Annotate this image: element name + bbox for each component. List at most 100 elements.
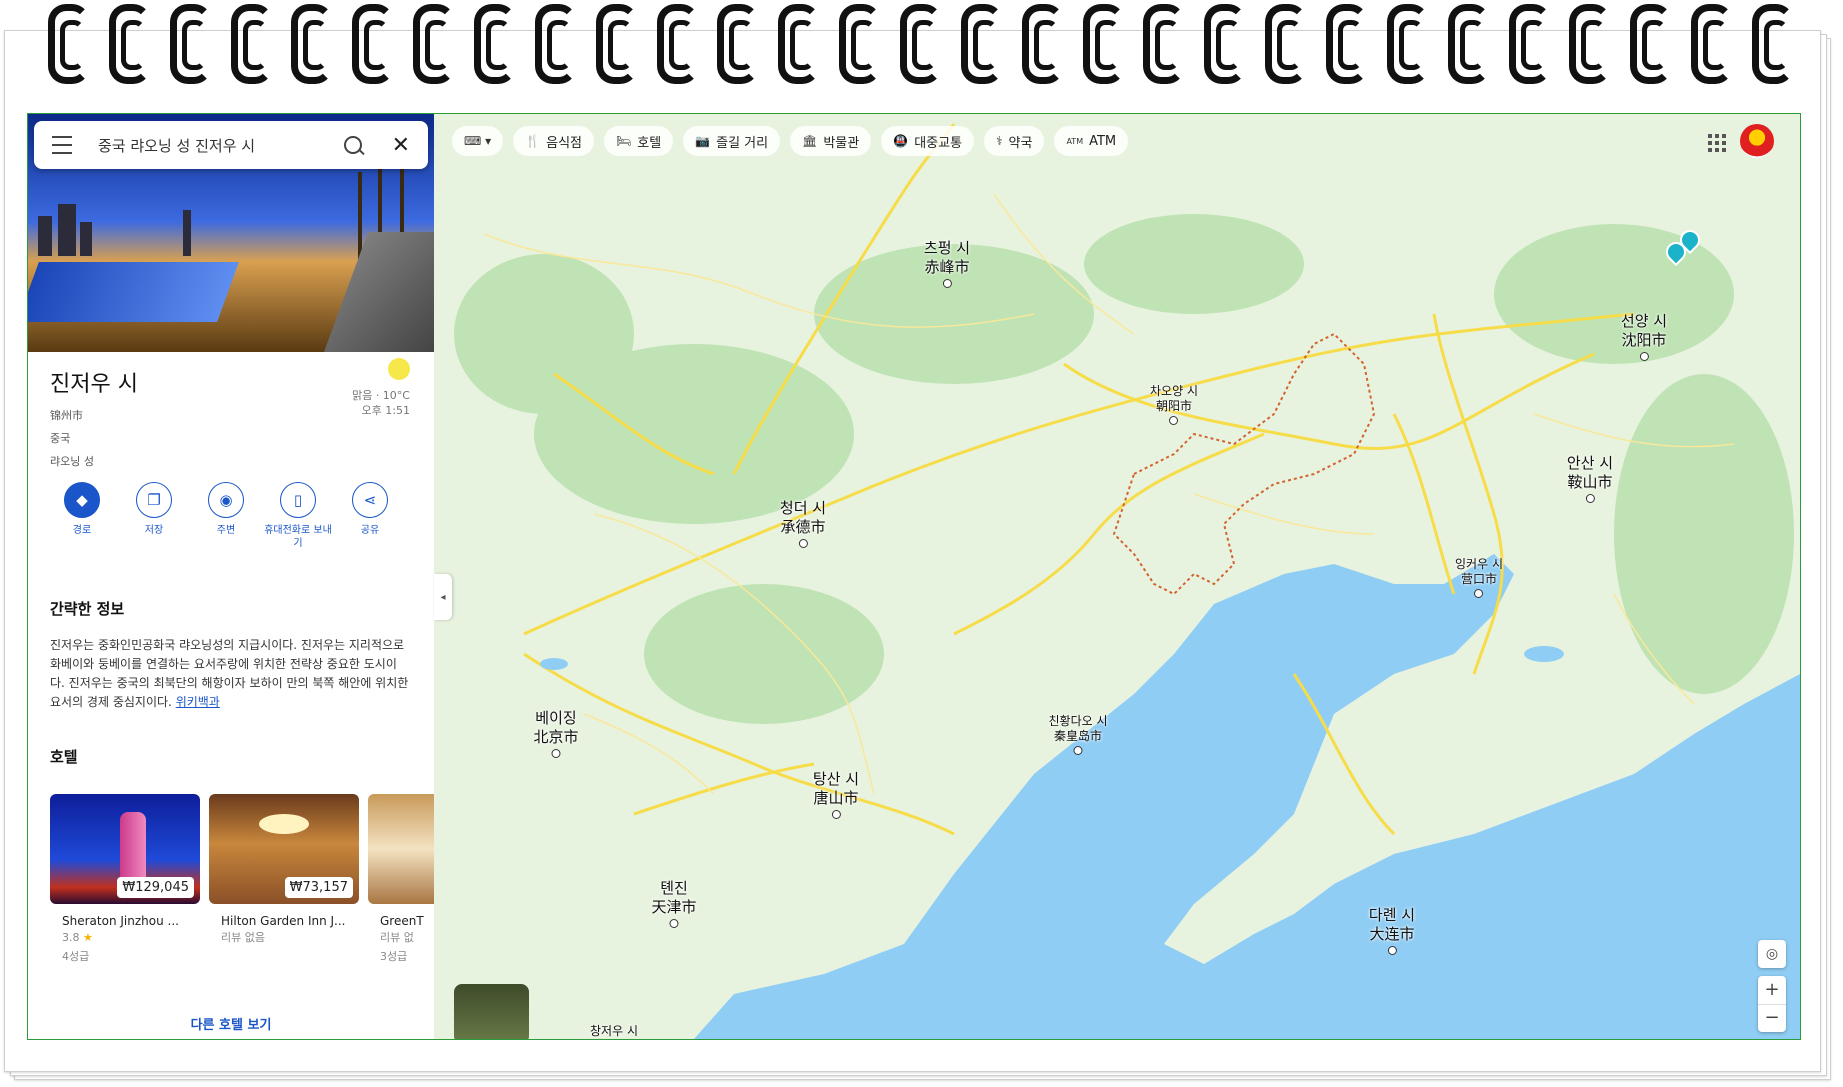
chip-keyboard[interactable]: ⌨ ▾: [452, 126, 504, 156]
ring-icon: [472, 0, 516, 84]
ring-icon: [107, 0, 151, 84]
apps-grid-icon[interactable]: [1708, 134, 1726, 152]
chip-things-to-do[interactable]: 📷 즐길 거리: [683, 126, 781, 156]
chip-label: 약국: [1008, 135, 1033, 151]
about-text: 진저우는 중화인민공화국 랴오닝성의 지급시이다. 진저우는 지리적으로 화베이…: [50, 638, 409, 709]
chip-label: 음식점: [546, 135, 583, 151]
search-input[interactable]: 중국 랴오닝 성 진저우 시: [98, 135, 344, 156]
chip-atm[interactable]: ATM ATM: [1054, 126, 1129, 156]
ring-icon: [1141, 0, 1186, 84]
chip-hotels[interactable]: 🛏 호텔: [604, 126, 674, 156]
city-label-chaoyang[interactable]: 차오양 시 朝阳市: [1150, 384, 1198, 425]
chip-transit[interactable]: 🚇 대중교통: [881, 126, 975, 156]
city-label-beijing[interactable]: 베이징 北京市: [533, 709, 579, 758]
zoom-in-button[interactable]: +: [1758, 976, 1786, 1004]
share-icon: ⋖: [352, 482, 388, 518]
map-canvas[interactable]: ⌨ ▾ 🍴 음식점 🛏 호텔 📷 즐길 거리 🏛 박물관 🚇 대중교통 ⚕ 약국 ATM AT…: [434, 114, 1800, 1039]
transit-icon: 🚇: [893, 134, 909, 148]
ring-icon: [898, 0, 942, 84]
hotel-photo: [368, 794, 434, 904]
more-hotels-link[interactable]: 다른 호텔 보기: [28, 1014, 434, 1033]
chip-label: ATM: [1089, 133, 1117, 149]
nearby-icon: ◉: [208, 482, 244, 518]
menu-icon[interactable]: [52, 136, 72, 154]
ring-icon: [959, 0, 1003, 84]
star-icon: ★: [83, 931, 93, 944]
action-label: 휴대전화로 보내기: [264, 525, 332, 549]
ring-icon: [1567, 0, 1612, 84]
action-label: 경로: [72, 525, 92, 536]
atm-icon: ATM: [1066, 136, 1084, 146]
wikipedia-link[interactable]: 위키백과: [176, 695, 220, 709]
city-label-qinhuangdao[interactable]: 친황다오 시 秦皇岛市: [1048, 714, 1108, 755]
ring-icon: [1689, 0, 1734, 84]
chip-museums[interactable]: 🏛 박물관: [790, 126, 872, 156]
city-label-tangshan[interactable]: 탕산 시 唐山市: [813, 770, 859, 819]
city-label-tianjin[interactable]: 톈진 天津市: [651, 879, 697, 928]
hotels-heading: 호텔: [50, 748, 78, 766]
about-text-block: 진저우는 중화인민공화국 랴오닝성의 지급시이다. 진저우는 지리적으로 화베이…: [50, 636, 410, 712]
layers-thumbnail[interactable]: [454, 984, 529, 1039]
ring-icon: [1507, 0, 1551, 84]
museum-icon: 🏛: [802, 134, 818, 148]
ring-icon: [655, 0, 699, 84]
chip-pharmacy[interactable]: ⚕ 약국: [984, 126, 1045, 156]
ring-icon: [1263, 0, 1308, 84]
ring-icon: [1750, 0, 1794, 84]
city-label-dalian[interactable]: 다롄 시 大连市: [1369, 906, 1415, 955]
keyboard-icon: ⌨ ▾: [464, 134, 492, 148]
ring-icon: [776, 0, 821, 84]
ring-icon: [1202, 0, 1247, 84]
action-label: 주변: [216, 525, 236, 536]
nearby-button[interactable]: ◉ 주변: [190, 482, 262, 550]
zoom-controls: + −: [1758, 976, 1786, 1032]
weather-label: 맑음 · 10°C: [352, 389, 410, 402]
hotel-card[interactable]: ₩129,045 Sheraton Jinzhou ... 3.8 ★ 4성급: [50, 794, 200, 966]
my-location-button[interactable]: ◎: [1758, 940, 1786, 968]
send-to-phone-button[interactable]: ▯ 휴대전화로 보내기: [262, 482, 334, 550]
place-title: 진저우 시: [50, 372, 138, 397]
ring-icon: [229, 0, 273, 84]
hotel-card[interactable]: ₩73,157 Hilton Garden Inn J... 리뷰 없음: [209, 794, 359, 966]
chip-restaurants[interactable]: 🍴 음식점: [513, 126, 595, 156]
city-label-yingkou[interactable]: 잉커우 시 营口市: [1455, 557, 1503, 598]
city-label-anshan[interactable]: 안산 시 鞍山市: [1567, 454, 1613, 503]
zoom-out-button[interactable]: −: [1758, 1004, 1786, 1033]
hotel-class: 3성급: [380, 950, 408, 963]
city-label-chifeng[interactable]: 츠펑 시 赤峰市: [924, 239, 970, 288]
ring-icon: [289, 0, 334, 84]
share-button[interactable]: ⋖ 공유: [334, 482, 406, 550]
hotel-chandelier: [259, 814, 309, 834]
ring-icon: [1020, 0, 1064, 84]
about-heading: 간략한 정보: [50, 600, 125, 618]
category-chips: ⌨ ▾ 🍴 음식점 🛏 호텔 📷 즐길 거리 🏛 박물관 🚇 대중교통 ⚕ 약국 ATM AT…: [452, 126, 1129, 156]
hotel-class: 4성급: [62, 950, 90, 963]
local-time: 오후 1:51: [361, 404, 410, 417]
city-label-chengde[interactable]: 청더 시 承德市: [780, 499, 826, 548]
hotel-price: ₩129,045: [117, 877, 194, 898]
photo-river: [28, 262, 239, 322]
hotel-price: ₩73,157: [284, 877, 353, 898]
hotel-card[interactable]: GreenT 리뷰 없 3성급: [368, 794, 434, 966]
map-graphic[interactable]: [434, 114, 1800, 1039]
hotel-name: Sheraton Jinzhou ...: [62, 914, 179, 928]
hotel-photo: ₩73,157: [209, 794, 359, 904]
city-label-shenyang[interactable]: 선양 시 沈阳市: [1621, 312, 1667, 361]
directions-button[interactable]: ◆ 경로: [46, 482, 118, 550]
action-label: 공유: [360, 525, 380, 536]
collapse-panel-button[interactable]: ◂: [434, 574, 452, 620]
ring-icon: [1385, 0, 1429, 84]
close-icon[interactable]: ✕: [392, 133, 410, 158]
restaurant-icon: 🍴: [525, 134, 541, 148]
photo-building: [80, 222, 92, 256]
ring-icon: [46, 0, 90, 84]
ring-icon: [594, 0, 638, 84]
hotel-reviews: 리뷰 없음: [221, 931, 265, 944]
account-avatar[interactable]: [1740, 124, 1774, 158]
spiral-binding: [46, 0, 1794, 84]
save-button[interactable]: ❐ 저장: [118, 482, 190, 550]
search-icon[interactable]: [343, 136, 362, 154]
search-box[interactable]: 중국 랴오닝 성 진저우 시 ✕: [34, 121, 428, 169]
city-label-cangzhou[interactable]: 창저우 시: [590, 1024, 638, 1039]
photo-building: [58, 204, 76, 256]
